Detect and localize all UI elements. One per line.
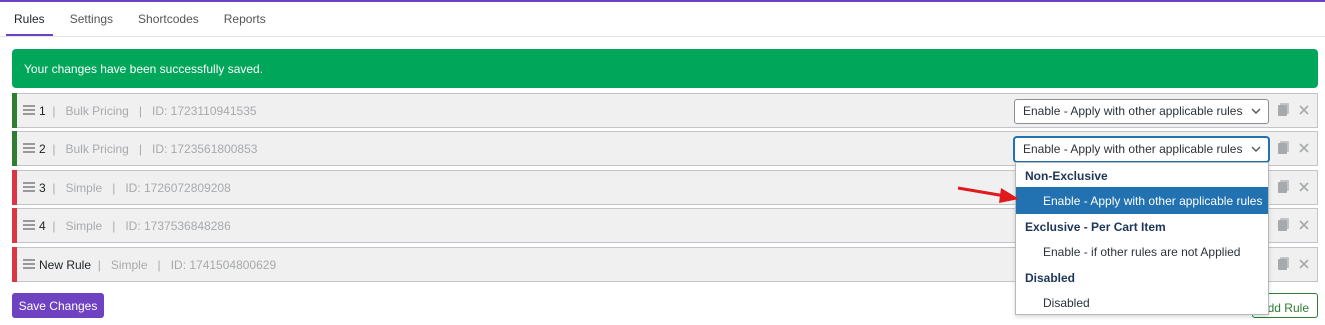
status-bar xyxy=(12,131,17,166)
tabs-divider xyxy=(0,36,1325,37)
status-bar xyxy=(12,208,17,243)
tab-bar: Rules Settings Shortcodes Reports xyxy=(6,2,283,36)
rule-separator: | xyxy=(157,258,161,272)
close-icon[interactable] xyxy=(1299,105,1309,115)
rule-type: Bulk Pricing xyxy=(65,104,129,118)
save-changes-button[interactable]: Save Changes xyxy=(12,293,104,318)
copy-icon[interactable] xyxy=(1278,257,1289,270)
close-icon[interactable] xyxy=(1299,259,1309,269)
rule-type: Simple xyxy=(65,181,103,195)
tab-settings[interactable]: Settings xyxy=(62,2,121,36)
select-value: Enable - Apply with other applicable rul… xyxy=(1023,142,1243,156)
status-bar xyxy=(12,170,17,205)
rule-number: 4 xyxy=(39,219,46,233)
rule-number: New Rule xyxy=(39,258,92,272)
rule-status-select[interactable]: Enable - Apply with other applicable rul… xyxy=(1014,99,1269,124)
rule-status-select[interactable]: Enable - Apply with other applicable rul… xyxy=(1014,137,1269,162)
copy-icon[interactable] xyxy=(1278,141,1289,154)
rule-type: Simple xyxy=(65,219,103,233)
tab-rules[interactable]: Rules xyxy=(6,2,53,36)
rule-separator: | xyxy=(112,219,116,233)
rule-info: 2 | Bulk Pricing | ID: 1723561800853 xyxy=(39,142,257,156)
rule-separator: | xyxy=(52,104,56,118)
rule-info: 3 | Simple | ID: 1726072809208 xyxy=(39,181,231,195)
rule-id: ID: 1741504800629 xyxy=(170,258,277,272)
rule-type: Bulk Pricing xyxy=(65,142,129,156)
chevron-down-icon xyxy=(1251,146,1261,152)
rule-info: 1 | Bulk Pricing | ID: 1723110941535 xyxy=(39,104,257,118)
rule-separator: | xyxy=(138,142,142,156)
rule-id: ID: 1723110941535 xyxy=(152,104,257,118)
rule-id: ID: 1726072809208 xyxy=(125,181,231,195)
rule-separator: | xyxy=(97,258,101,272)
close-icon[interactable] xyxy=(1299,182,1309,192)
select-value: Enable - Apply with other applicable rul… xyxy=(1023,104,1243,118)
chevron-down-icon xyxy=(1251,108,1261,114)
rule-id: ID: 1737536848286 xyxy=(125,219,231,233)
drag-handle-icon[interactable] xyxy=(23,105,35,115)
rule-separator: | xyxy=(138,104,142,118)
rule-info: New Rule | Simple | ID: 1741504800629 xyxy=(39,258,276,272)
rule-separator: | xyxy=(52,142,56,156)
optgroup-label: Exclusive - Per Cart Item xyxy=(1025,220,1166,234)
drag-handle-icon[interactable] xyxy=(23,182,35,192)
tab-shortcodes[interactable]: Shortcodes xyxy=(130,2,207,36)
copy-icon[interactable] xyxy=(1278,180,1289,193)
dropdown-option[interactable]: Enable - Apply with other applicable rul… xyxy=(1016,187,1268,214)
drag-handle-icon[interactable] xyxy=(23,220,35,230)
close-icon[interactable] xyxy=(1299,220,1309,230)
optgroup-label: Non-Exclusive xyxy=(1025,169,1108,183)
drag-handle-icon[interactable] xyxy=(23,143,35,153)
rule-separator: | xyxy=(52,181,56,195)
dropdown-option[interactable]: Disabled xyxy=(1016,289,1268,316)
status-bar xyxy=(12,93,17,128)
copy-icon[interactable] xyxy=(1278,103,1289,116)
rule-type: Simple xyxy=(110,258,148,272)
dropdown-option[interactable]: Enable - if other rules are not Applied xyxy=(1016,238,1268,265)
success-notice: Your changes have been successfully save… xyxy=(12,49,1318,88)
rule-number: 1 xyxy=(39,104,46,118)
rule-number: 3 xyxy=(39,181,46,195)
copy-icon[interactable] xyxy=(1278,218,1289,231)
red-arrow-annotation xyxy=(957,186,1019,203)
rule-separator: | xyxy=(52,219,56,233)
optgroup-label: Disabled xyxy=(1025,271,1076,285)
drag-handle-icon[interactable] xyxy=(23,259,35,269)
close-icon[interactable] xyxy=(1299,143,1309,153)
rule-number: 2 xyxy=(39,142,46,156)
rule-id: ID: 1723561800853 xyxy=(152,142,258,156)
rule-info: 4 | Simple | ID: 1737536848286 xyxy=(39,219,231,233)
status-dropdown-list: Non-Exclusive Enable - Apply with other … xyxy=(1015,162,1269,315)
status-bar xyxy=(12,247,17,282)
tab-reports[interactable]: Reports xyxy=(216,2,274,36)
rule-separator: | xyxy=(112,181,116,195)
